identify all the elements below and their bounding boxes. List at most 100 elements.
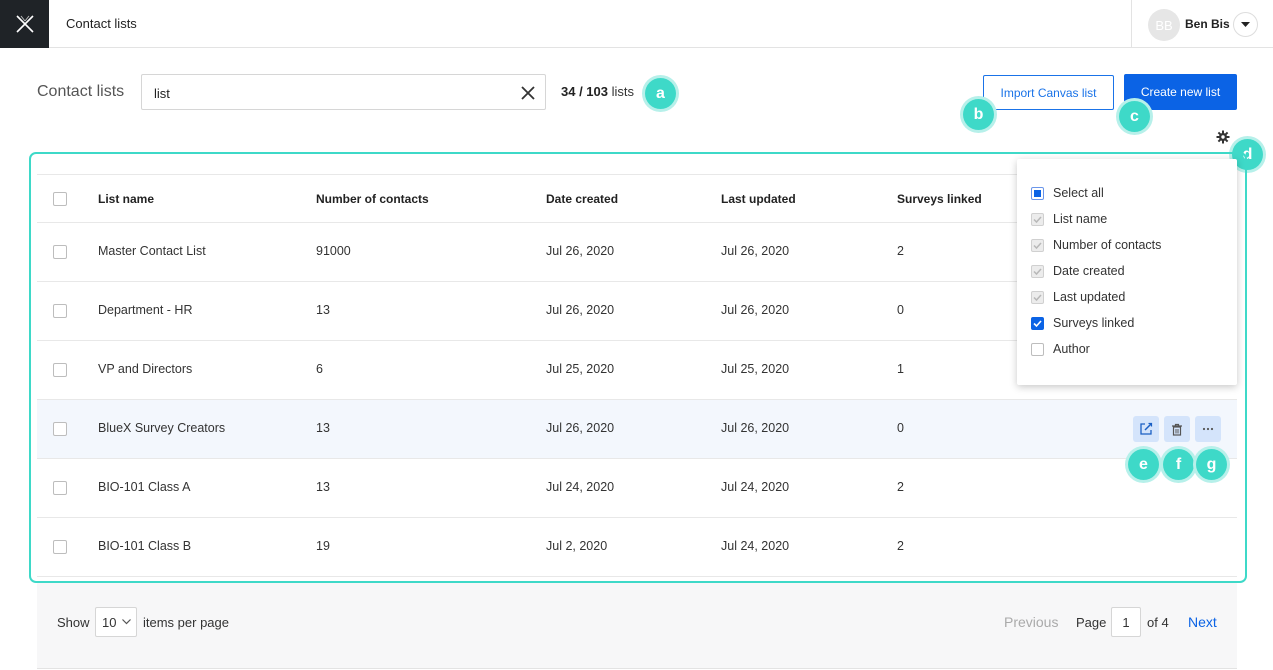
edit-list-button[interactable] [1133,416,1159,442]
user-name: Ben Bis [1185,17,1230,31]
list-name-cell[interactable]: Master Contact List [98,244,206,258]
date-created-cell: Jul 26, 2020 [546,421,615,435]
check-icon [1033,215,1042,223]
annotation-marker-e: e [1128,449,1159,480]
date-created-cell: Jul 26, 2020 [546,244,615,258]
search-field[interactable] [141,74,546,110]
search-input[interactable] [154,83,494,103]
list-name-cell[interactable]: BIO-101 Class B [98,539,191,553]
avatar: BB [1148,9,1180,41]
page-number-input[interactable]: 1 [1111,607,1141,637]
surveys-linked-cell: 2 [897,480,904,494]
row-checkbox[interactable] [53,363,67,377]
surveys-linked-cell: 2 [897,244,904,258]
contacts-cell: 91000 [316,244,351,258]
row-checkbox[interactable] [53,540,67,554]
more-options-button[interactable] [1195,416,1221,442]
check-icon [1033,319,1042,327]
column-option-label: Number of contacts [1053,238,1162,252]
annotation-marker-a: a [645,78,676,109]
last-updated-cell: Jul 26, 2020 [721,303,790,317]
app-logo[interactable] [0,0,49,48]
column-checkbox[interactable] [1031,342,1044,356]
column-option-date-created: Date created [1031,262,1125,280]
last-updated-cell: Jul 26, 2020 [721,244,790,258]
last-updated-cell: Jul 25, 2020 [721,362,790,376]
row-checkbox[interactable] [53,304,67,318]
user-menu[interactable]: BB Ben Bis [1131,0,1273,48]
result-count: 34 / 103 lists [561,84,634,99]
last-updated-cell: Jul 24, 2020 [721,539,790,553]
check-icon [1033,241,1042,249]
page-title: Contact lists [37,83,125,100]
column-header-date-created[interactable]: Date created [546,192,618,206]
select-all-checkbox[interactable] [1031,186,1044,200]
column-checkbox [1031,212,1044,226]
column-option-surveys-linked[interactable]: Surveys linked [1031,314,1134,332]
chevron-down-icon [122,619,131,625]
column-option-number-of-contacts: Number of contacts [1031,236,1161,254]
result-count-suffix: lists [611,84,635,99]
table-row[interactable]: BIO-101 Class B 19 Jul 2, 2020 Jul 24, 2… [37,518,1237,577]
annotation-marker-g: g [1196,449,1227,480]
row-checkbox[interactable] [53,422,67,436]
column-header-last-updated[interactable]: Last updated [721,192,796,206]
date-created-cell: Jul 24, 2020 [546,480,615,494]
row-checkbox[interactable] [53,245,67,259]
column-header-number-of-contacts[interactable]: Number of contacts [316,192,429,206]
column-header-surveys-linked[interactable]: Surveys linked [897,192,982,206]
column-option-select-all[interactable]: Select all [1031,184,1104,202]
annotation-marker-c: c [1119,101,1150,132]
contacts-cell: 19 [316,539,330,553]
check-icon [1033,293,1042,301]
select-all-rows-checkbox[interactable] [53,192,67,206]
list-name-cell[interactable]: Department - HR [98,303,192,317]
table-row[interactable]: BlueX Survey Creators 13 Jul 26, 2020 Ju… [37,400,1237,459]
user-menu-toggle[interactable] [1233,12,1258,37]
list-name-cell[interactable]: BIO-101 Class A [98,480,190,494]
surveys-linked-cell: 0 [897,303,904,317]
items-per-page-value: 10 [102,615,117,630]
contacts-cell: 6 [316,362,323,376]
items-per-page-label: items per page [143,615,229,630]
clear-search-icon[interactable] [518,83,538,103]
column-checkbox [1031,238,1044,252]
table-row[interactable]: BIO-101 Class A 13 Jul 24, 2020 Jul 24, … [37,459,1237,518]
page-label: Page [1076,615,1107,630]
last-updated-cell: Jul 24, 2020 [721,480,790,494]
date-created-cell: Jul 26, 2020 [546,303,615,317]
next-page-button[interactable]: Next [1188,614,1217,630]
column-checkbox [1031,290,1044,304]
column-option-label: Surveys linked [1053,316,1135,330]
app-title: Contact lists [66,16,137,31]
list-name-cell[interactable]: BlueX Survey Creators [98,421,225,435]
caret-down-icon [1241,21,1250,27]
surveys-linked-cell: 1 [897,362,904,376]
column-option-list-name: List name [1031,210,1107,228]
annotation-marker-b: b [963,99,994,130]
delete-list-button[interactable] [1164,416,1190,442]
contacts-cell: 13 [316,303,330,317]
surveys-linked-cell: 2 [897,539,904,553]
total-pages-label: of 4 [1147,615,1169,630]
gear-icon[interactable] [1216,130,1230,144]
last-updated-cell: Jul 26, 2020 [721,421,790,435]
contacts-cell: 13 [316,421,330,435]
column-option-label: Date created [1053,264,1125,278]
items-per-page-select[interactable]: 10 [95,607,137,637]
surveys-linked-cell: 0 [897,421,904,435]
more-horizontal-icon [1202,427,1214,431]
column-option-author[interactable]: Author [1031,340,1090,358]
previous-page-button[interactable]: Previous [1004,614,1058,630]
show-label: Show [57,615,90,630]
column-header-list-name[interactable]: List name [98,192,154,206]
column-checkbox [1031,264,1044,278]
column-option-label: Author [1053,342,1090,356]
list-name-cell[interactable]: VP and Directors [98,362,192,376]
contacts-cell: 13 [316,480,330,494]
row-checkbox[interactable] [53,481,67,495]
date-created-cell: Jul 25, 2020 [546,362,615,376]
import-canvas-list-button[interactable]: Import Canvas list [983,75,1114,110]
edit-icon [1140,422,1153,435]
column-checkbox[interactable] [1031,316,1044,330]
